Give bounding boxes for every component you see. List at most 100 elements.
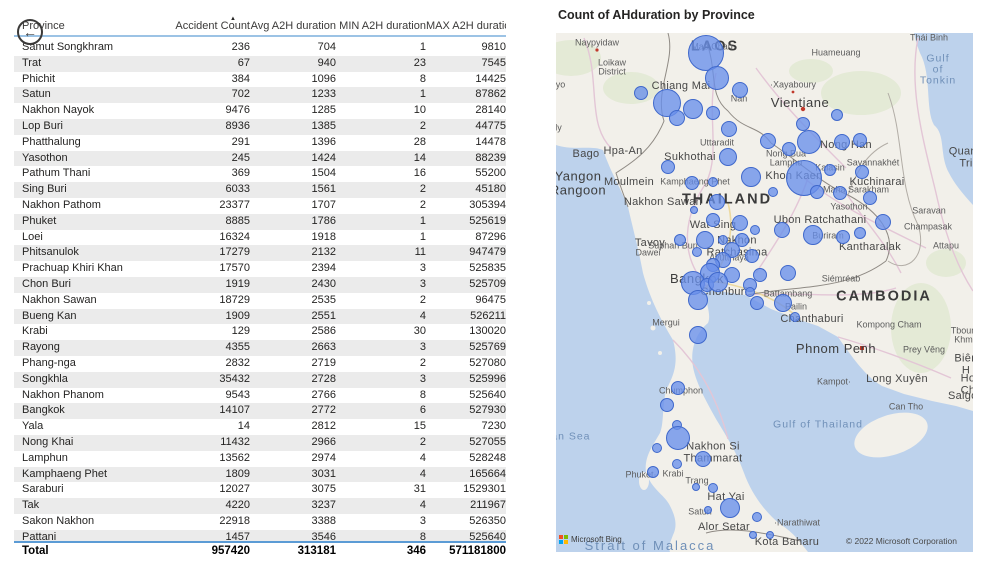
map-bubble[interactable] <box>780 265 796 281</box>
table-row[interactable]: Yala 14 2812 15 7230 <box>14 419 506 435</box>
map-bubble[interactable] <box>863 191 877 205</box>
map-bubble[interactable] <box>854 227 866 239</box>
map-bubble[interactable] <box>824 164 836 176</box>
table-body[interactable]: Samut Songkhram 236 704 1 9810 Trat 67 940 23 754… <box>14 40 506 543</box>
table-row[interactable]: Sing Buri 6033 1561 2 45180 <box>14 182 506 198</box>
map-bubble[interactable] <box>719 148 737 166</box>
table-row[interactable]: Lamphun 13562 2974 4 528248 <box>14 451 506 467</box>
table-row[interactable]: Bueng Kan 1909 2551 4 526211 <box>14 308 506 325</box>
table-row[interactable]: Phuket 8885 1786 1 525619 <box>14 213 506 230</box>
map-bubble[interactable] <box>760 133 776 149</box>
table-row[interactable]: Krabi 129 2586 30 130020 <box>14 324 506 340</box>
table-row[interactable]: Chon Buri 1919 2430 3 525709 <box>14 276 506 293</box>
table-row[interactable]: Loei 16324 1918 1 87296 <box>14 230 506 246</box>
map-bubble[interactable] <box>695 451 711 467</box>
table-row[interactable]: Satun 702 1233 1 87862 <box>14 87 506 104</box>
map-bubble[interactable] <box>706 106 720 120</box>
table-row[interactable]: Nakhon Sawan 18729 2535 2 96475 <box>14 293 506 309</box>
map-bubble[interactable] <box>720 498 740 518</box>
map-bubble[interactable] <box>708 483 718 493</box>
table-row[interactable]: Phang-nga 2832 2719 2 527080 <box>14 356 506 372</box>
table-row[interactable]: Prachuap Khiri Khan 17570 2394 3 525835 <box>14 261 506 277</box>
table-row[interactable]: Trat 67 940 23 7545 <box>14 55 506 72</box>
table-row[interactable]: Pattani 1457 3546 8 525640 <box>14 529 506 541</box>
table-row[interactable]: Sakon Nakhon 22918 3388 3 526350 <box>14 514 506 530</box>
map-bubble[interactable] <box>732 82 748 98</box>
map-bubble[interactable] <box>683 99 703 119</box>
map-bubble[interactable] <box>689 326 707 344</box>
table-row[interactable]: Rayong 4355 2663 3 525769 <box>14 340 506 356</box>
map-bubble[interactable] <box>634 86 648 100</box>
column-header-min-a2h[interactable]: MIN A2H duration <box>336 20 426 32</box>
map-bubble[interactable] <box>790 312 800 322</box>
map-bubble[interactable] <box>669 110 685 126</box>
map-bubble[interactable] <box>834 134 850 150</box>
map-bubble[interactable] <box>774 294 792 312</box>
table-row[interactable]: Nakhon Phanom 9543 2766 8 525640 <box>14 388 506 404</box>
map-canvas[interactable]: LAOSTHAILANDCAMBODIAVientianeBangkokPhno… <box>556 33 973 552</box>
map-bubble[interactable] <box>706 213 720 227</box>
map-bubble[interactable] <box>721 121 737 137</box>
map-bubble[interactable] <box>685 176 699 190</box>
map-bubble[interactable] <box>803 225 823 245</box>
map-bubble[interactable] <box>853 133 867 147</box>
map-bubble[interactable] <box>745 249 759 263</box>
map-bubble[interactable] <box>774 222 790 238</box>
map-bubble[interactable] <box>750 296 764 310</box>
map-bubble[interactable] <box>836 230 850 244</box>
table-row[interactable]: Saraburi 12027 3075 31 1529301 <box>14 482 506 498</box>
map-bubble[interactable] <box>671 381 685 395</box>
map-bubble[interactable] <box>749 531 757 539</box>
table-row[interactable]: Yasothon 245 1424 14 88239 <box>14 150 506 167</box>
map-bubble[interactable] <box>766 531 774 539</box>
map-bubble[interactable] <box>752 512 762 522</box>
map-bubble[interactable] <box>732 215 748 231</box>
map-bubble[interactable] <box>741 167 761 187</box>
map-bubble[interactable] <box>672 459 682 469</box>
map-bubble[interactable] <box>797 130 821 154</box>
bing-logo[interactable]: Microsoft Bing <box>559 535 622 544</box>
table-row[interactable]: Nakhon Pathom 23377 1707 2 305394 <box>14 198 506 214</box>
table-row[interactable]: Nakhon Nayok 9476 1285 10 28140 <box>14 103 506 119</box>
table-row[interactable]: Phatthalung 291 1396 28 14478 <box>14 135 506 151</box>
map-bubble[interactable] <box>831 109 843 121</box>
map-bubble[interactable] <box>692 483 700 491</box>
map-bubble[interactable] <box>753 268 767 282</box>
map-bubble[interactable] <box>647 466 659 478</box>
table-row[interactable]: Phitsanulok 17279 2132 11 947479 <box>14 245 506 262</box>
map-bubble[interactable] <box>810 185 824 199</box>
map-bubble[interactable] <box>660 398 674 412</box>
column-header-max-a2h[interactable]: MAX A2H duration <box>426 20 506 32</box>
map-bubble[interactable] <box>855 165 869 179</box>
table-row[interactable]: Songkhla 35432 2728 3 525996 <box>14 371 506 388</box>
map-bubble[interactable] <box>661 160 675 174</box>
column-header-accident-count[interactable]: Accident Count <box>164 20 250 32</box>
map-bubble[interactable] <box>768 187 778 197</box>
table-row[interactable]: Kamphaeng Phet 1809 3031 4 165664 <box>14 466 506 483</box>
map-bubble[interactable] <box>709 194 725 210</box>
map-bubble[interactable] <box>708 272 728 292</box>
map-bubble[interactable] <box>705 66 729 90</box>
map-bubble[interactable] <box>796 117 810 131</box>
drill-up-button[interactable]: ← <box>17 19 43 45</box>
map-bubble[interactable] <box>875 214 891 230</box>
column-header-avg-a2h[interactable]: Avg A2H duration <box>250 20 336 32</box>
table-row[interactable]: Pathum Thani 369 1504 16 55200 <box>14 166 506 182</box>
map-bubble[interactable] <box>708 177 718 187</box>
map-bubble[interactable] <box>750 225 760 235</box>
map-bubble[interactable] <box>782 142 796 156</box>
table-row[interactable]: Samut Songkhram 236 704 1 9810 <box>14 40 506 56</box>
table-row[interactable]: Bangkok 14107 2772 6 527930 <box>14 403 506 420</box>
map-bubble[interactable] <box>690 206 698 214</box>
map-bubble[interactable] <box>704 506 712 514</box>
map-bubble[interactable] <box>688 290 708 310</box>
map-bubble[interactable] <box>674 234 686 246</box>
map-bubble[interactable] <box>833 186 847 200</box>
table-row[interactable]: Lop Buri 8936 1385 2 44775 <box>14 118 506 135</box>
table-row[interactable]: Phichit 384 1096 8 14425 <box>14 72 506 88</box>
table-row[interactable]: Tak 4220 3237 4 211967 <box>14 498 506 514</box>
map-bubble[interactable] <box>692 247 702 257</box>
table-row[interactable]: Nong Khai 11432 2966 2 527055 <box>14 434 506 451</box>
map-bubble[interactable] <box>666 426 690 450</box>
map-bubble[interactable] <box>652 443 662 453</box>
